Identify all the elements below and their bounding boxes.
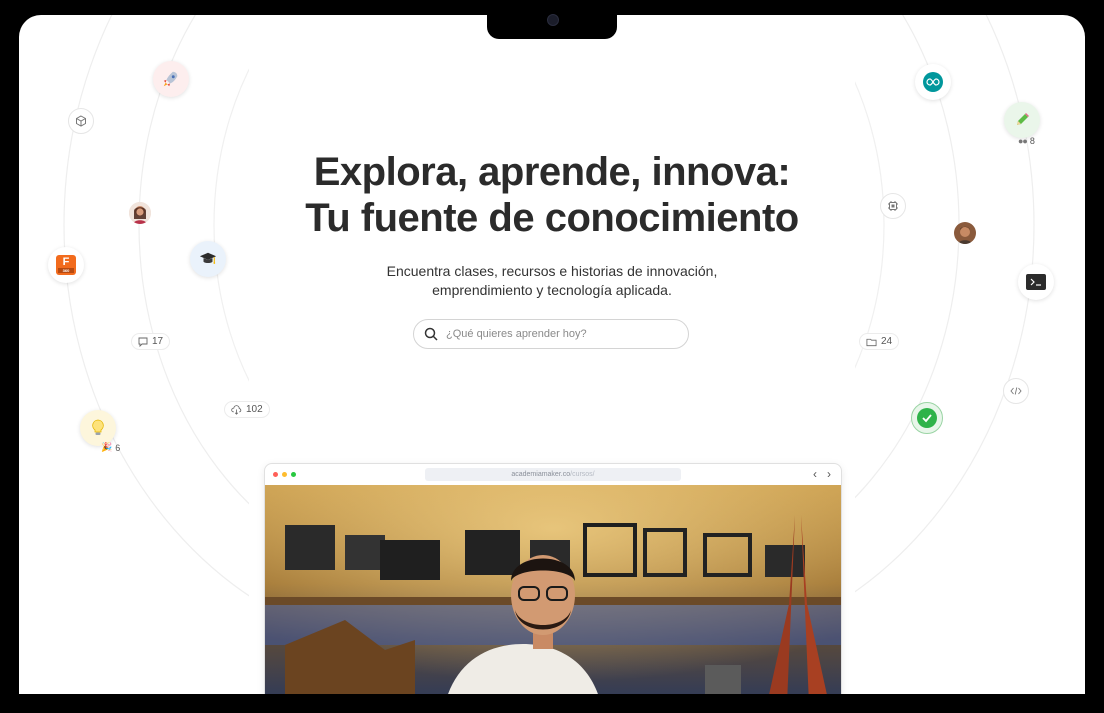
- chat-icon: [138, 337, 148, 347]
- back-arrow-icon[interactable]: ‹: [813, 467, 817, 481]
- page-subtitle: Encuentra clases, recursos e historias d…: [19, 262, 1085, 300]
- title-line-2: Tu fuente de conocimiento: [305, 196, 799, 240]
- url-path: /cursos/: [570, 471, 595, 478]
- search-bar[interactable]: [413, 319, 689, 349]
- downloads-badge: 102: [224, 401, 270, 418]
- downloads-count: 102: [246, 404, 263, 415]
- folder-icon: [866, 338, 877, 346]
- comments-badge: 17: [131, 333, 171, 350]
- folders-count: 24: [881, 336, 893, 347]
- subtitle-line-1: Encuentra clases, recursos e historias d…: [386, 263, 718, 279]
- folders-badge: 24: [859, 333, 900, 350]
- page-title: Explora, aprende, innova: Tu fuente de c…: [19, 149, 1085, 241]
- camera-icon: [547, 14, 559, 26]
- browser-window: academiamaker.co/cursos/ ‹ ›: [264, 463, 842, 694]
- arduino-icon: [915, 64, 951, 100]
- app-screen: F 360 17 102 🎉 6 ●● 8 24 Explora, aprend…: [19, 15, 1085, 694]
- search-input[interactable]: [444, 327, 668, 341]
- subtitle-line-2: emprendimiento y tecnología aplicada.: [432, 282, 672, 298]
- device-bezel: [0, 694, 1104, 713]
- video-thumbnail[interactable]: [265, 485, 841, 694]
- browser-toolbar: academiamaker.co/cursos/ ‹ ›: [265, 464, 841, 486]
- cube-icon: [68, 108, 94, 134]
- comments-count: 17: [152, 336, 164, 347]
- users-count: 8: [1029, 136, 1035, 146]
- address-bar[interactable]: academiamaker.co/cursos/: [425, 468, 681, 481]
- users-icon: ●●: [1018, 136, 1028, 146]
- cloud-download-icon: [231, 404, 242, 415]
- title-line-1: Explora, aprende, innova:: [313, 150, 791, 194]
- forward-arrow-icon[interactable]: ›: [827, 467, 831, 481]
- party-icon: 🎉: [101, 442, 113, 452]
- pencil-icon: [1004, 102, 1040, 138]
- users-badge: ●● 8: [1018, 136, 1035, 146]
- check-icon: [911, 402, 943, 434]
- close-dot[interactable]: [273, 472, 278, 477]
- maximize-dot[interactable]: [291, 472, 296, 477]
- code-icon: [1003, 378, 1029, 404]
- url-domain: academiamaker.co: [511, 471, 571, 478]
- rocket-icon: [153, 61, 189, 97]
- search-icon: [424, 327, 438, 341]
- minimize-dot[interactable]: [282, 472, 287, 477]
- ideas-badge: 🎉 6: [101, 442, 120, 453]
- lightbulb-icon: [80, 410, 116, 446]
- ideas-count: 6: [115, 442, 121, 453]
